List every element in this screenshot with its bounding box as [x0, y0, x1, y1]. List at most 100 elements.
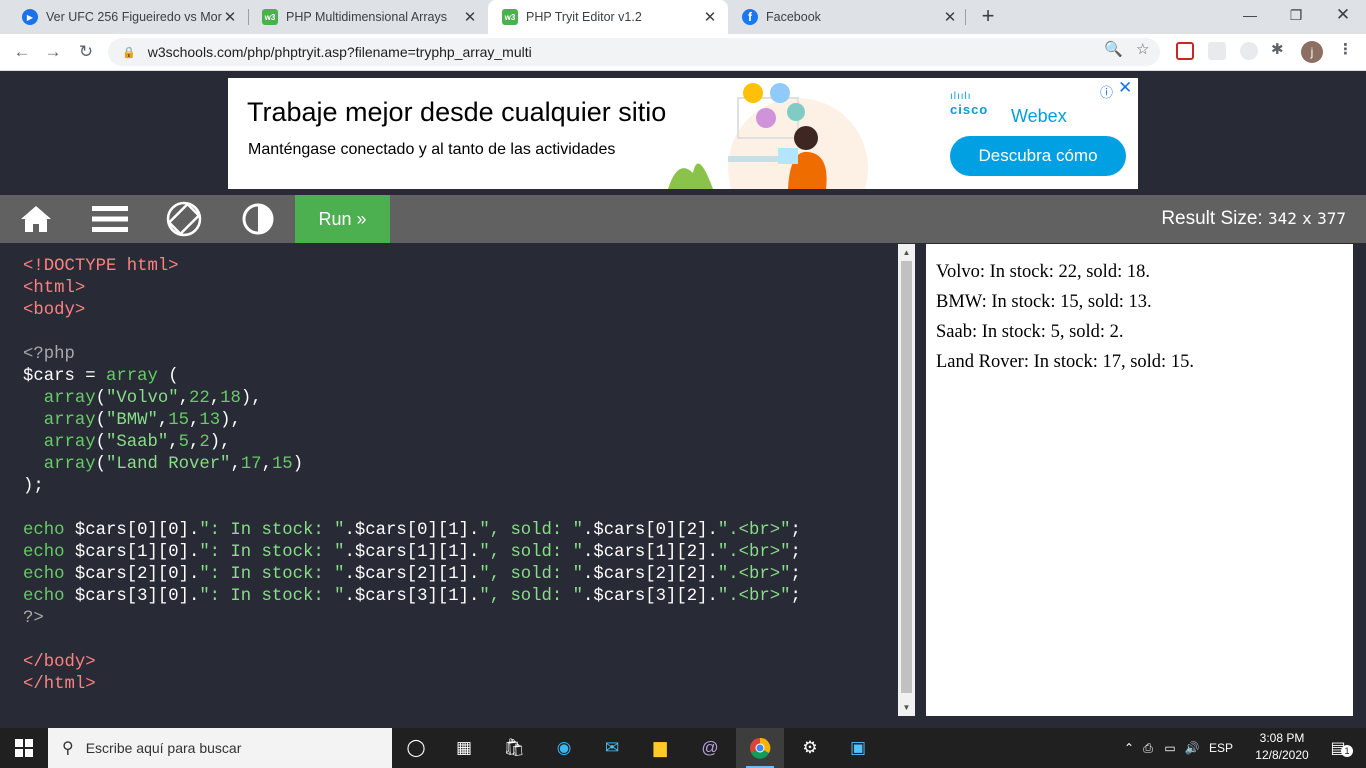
result-frame: Volvo: In stock: 22, sold: 18. BMW: In s…	[926, 244, 1353, 716]
close-tab-icon[interactable]: ✕	[222, 8, 238, 26]
taskbar-clock[interactable]: 3:08 PM 12/8/2020	[1252, 730, 1312, 764]
code-token: .	[583, 543, 594, 562]
code-token: $cars[0][0]	[74, 521, 189, 540]
code-token: $cars[0][2]	[593, 521, 708, 540]
minimize-window-icon[interactable]: ―	[1227, 0, 1273, 32]
close-tab-icon[interactable]: ✕	[942, 8, 958, 26]
extension-icon[interactable]	[1176, 42, 1194, 60]
ad-cta-button[interactable]: Descubra cómo	[950, 136, 1126, 176]
task-view-icon[interactable]: ▦	[440, 728, 488, 768]
code-token: $cars[3][1]	[354, 587, 469, 606]
show-hidden-icons-chevron-icon[interactable]: ⌃	[1121, 741, 1137, 755]
code-token: );	[23, 477, 44, 496]
tab-php-multidimensional-arrays[interactable]: w3 PHP Multidimensional Arrays ✕	[248, 0, 488, 34]
code-token: .	[188, 587, 200, 606]
code-editor-scrollbar[interactable]: ▲ ▼	[898, 244, 915, 716]
extension-icon[interactable]	[1240, 42, 1258, 60]
cisco-wordmark: cisco	[950, 102, 989, 117]
file-explorer-icon[interactable]: ▆	[636, 728, 684, 768]
scroll-up-arrow-icon[interactable]: ▲	[898, 248, 915, 257]
bookmark-star-icon[interactable]: ☆	[1136, 40, 1149, 58]
battery-icon[interactable]: ▭	[1159, 741, 1181, 755]
code-token: (	[95, 411, 106, 430]
code-token: (	[95, 433, 106, 452]
language-indicator[interactable]: ESP	[1209, 741, 1233, 755]
code-token: echo	[23, 543, 65, 562]
ad-headline: Trabaje mejor desde cualquier sitio	[247, 97, 667, 127]
code-token: ", sold: "	[479, 587, 584, 606]
zoom-icon[interactable]: 🔍	[1104, 40, 1123, 58]
windows-start-icon[interactable]	[0, 728, 48, 768]
reload-icon[interactable]: ↻	[72, 38, 100, 66]
home-icon[interactable]	[12, 195, 60, 243]
code-token: ),	[220, 411, 241, 430]
photos-icon[interactable]: ▣	[834, 728, 882, 768]
tab-separator	[965, 9, 966, 25]
cisco-logo: ılıılı cisco	[950, 92, 989, 118]
menu-kebab-icon[interactable]: ⋮	[1338, 40, 1353, 58]
close-tab-icon[interactable]: ✕	[462, 8, 478, 26]
ad-close-icon[interactable]: ✕	[1118, 78, 1132, 98]
close-tab-icon[interactable]: ✕	[702, 8, 718, 26]
forward-arrow-icon[interactable]: →	[39, 38, 67, 66]
code-token: <!DOCTYPE html>	[23, 257, 179, 276]
code-token: ;	[790, 587, 801, 606]
taskbar-search-box[interactable]: ⚲ Escribe aquí para buscar	[48, 728, 392, 768]
code-token: 2	[199, 433, 210, 452]
code-line: <html>	[23, 278, 897, 300]
menu-hamburger-icon[interactable]	[86, 195, 134, 243]
tab-php-tryit-editor[interactable]: w3 PHP Tryit Editor v1.2 ✕	[488, 0, 728, 34]
code-token: ),	[240, 389, 262, 408]
close-window-icon[interactable]: ✕	[1320, 0, 1366, 32]
result-line: Land Rover: In stock: 17, sold: 15.	[936, 352, 1194, 372]
volume-icon[interactable]: 🔊	[1181, 741, 1203, 755]
code-editor[interactable]: <!DOCTYPE html> <html> <body> <?php $cars = …	[12, 244, 897, 716]
rotate-layout-icon[interactable]	[160, 195, 208, 243]
chrome-icon[interactable]	[736, 728, 784, 768]
edge-icon[interactable]: ◉	[540, 728, 588, 768]
puzzle-extensions-icon[interactable]: ✱	[1271, 40, 1284, 58]
code-token: </html>	[23, 675, 96, 694]
tab-ufc[interactable]: ▶ Ver UFC 256 Figueiredo vs Moren ✕	[8, 0, 248, 34]
address-bar[interactable]: 🔒 w3schools.com/php/phptryit.asp?filenam…	[108, 38, 1160, 66]
code-token: .	[468, 521, 480, 540]
result-size-indicator: Result Size: 342 x 377	[1161, 208, 1346, 230]
code-token: ", sold: "	[479, 543, 584, 562]
code-token: <html>	[23, 279, 86, 298]
restore-window-icon[interactable]: ❐	[1273, 0, 1319, 32]
code-token: ;	[790, 521, 801, 540]
scrollbar-thumb[interactable]	[901, 261, 912, 693]
cortana-icon[interactable]: ◯	[392, 728, 440, 768]
code-token: ", sold: "	[479, 521, 584, 540]
tab-facebook[interactable]: f Facebook ✕	[728, 0, 968, 34]
profile-avatar[interactable]: j	[1301, 41, 1323, 63]
code-token: .	[188, 543, 200, 562]
back-arrow-icon[interactable]: ←	[8, 38, 36, 66]
code-token: =	[74, 367, 106, 386]
run-button[interactable]: Run »	[295, 195, 390, 243]
app-icon[interactable]: @	[686, 728, 734, 768]
dark-mode-contrast-icon[interactable]	[234, 195, 282, 243]
code-token: ".<br>"	[717, 587, 791, 606]
ad-info-icon[interactable]: ⓘ	[1100, 82, 1113, 101]
code-token: $cars[2][1]	[354, 565, 469, 584]
store-icon[interactable]: 🛍	[490, 728, 538, 768]
extension-icon[interactable]	[1208, 42, 1226, 60]
browser-tab-strip: ▶ Ver UFC 256 Figueiredo vs Moren ✕ w3 P…	[0, 0, 1366, 34]
code-token: .	[344, 521, 355, 540]
result-width: 342	[1267, 209, 1297, 228]
device-icon[interactable]: ⎙	[1137, 741, 1159, 756]
scroll-down-arrow-icon[interactable]: ▼	[898, 703, 915, 712]
mail-icon[interactable]: ✉	[588, 728, 636, 768]
code-token: ,	[261, 455, 272, 474]
new-tab-button[interactable]: +	[976, 4, 1000, 28]
code-token: (	[157, 367, 179, 386]
code-token: array	[43, 455, 96, 474]
notification-center-icon[interactable]: ▤ 1	[1314, 728, 1362, 768]
code-token: .	[468, 543, 480, 562]
settings-gear-icon[interactable]: ⚙	[786, 728, 834, 768]
ad-banner[interactable]: Trabaje mejor desde cualquier sitio Mant…	[228, 78, 1138, 189]
